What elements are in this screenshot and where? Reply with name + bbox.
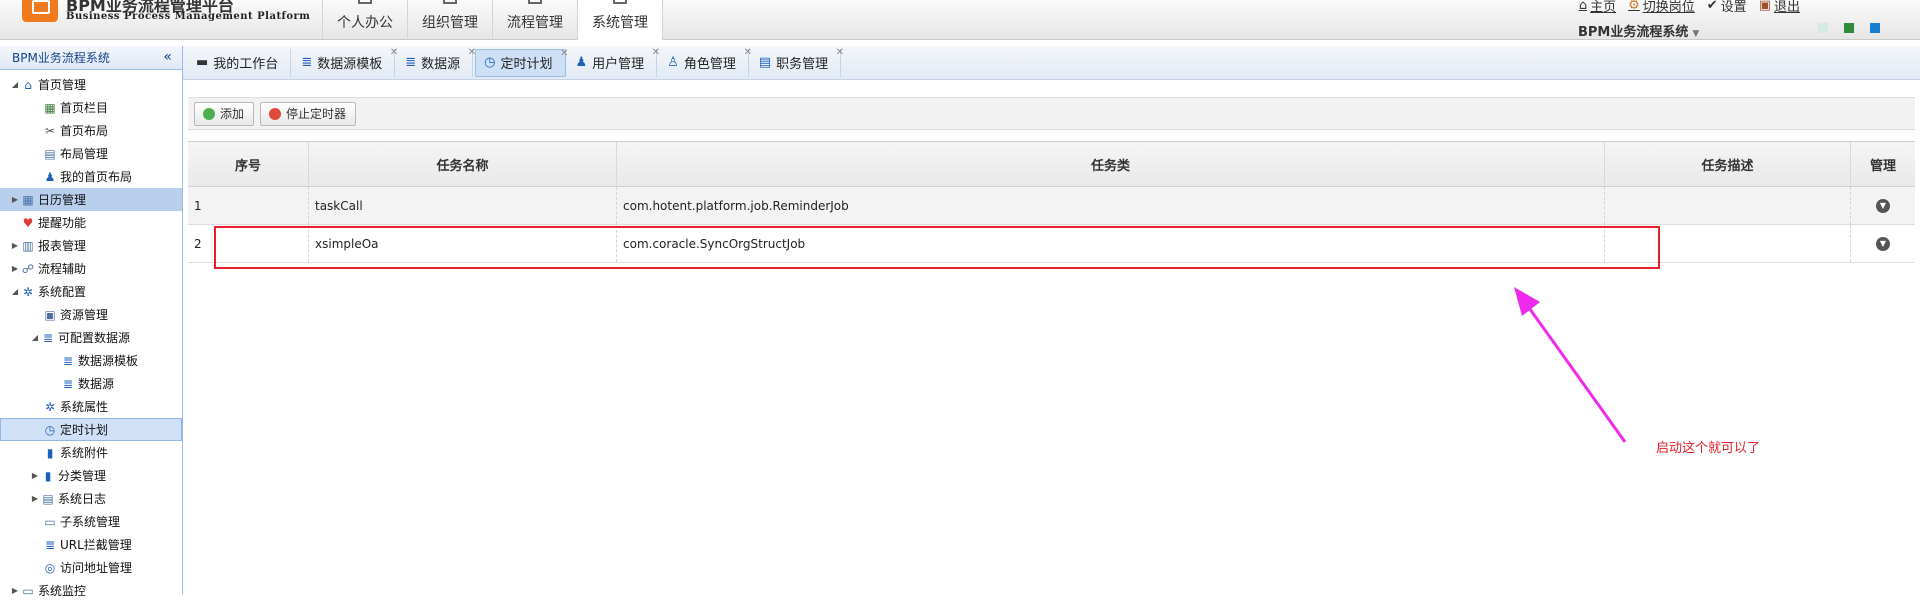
annotation-arrow-line	[1520, 297, 1627, 443]
annotation-arrow-head	[1514, 287, 1540, 316]
annotation-arrow	[1514, 287, 1627, 443]
annotation-note: 启动这个就可以了	[1656, 441, 1761, 456]
